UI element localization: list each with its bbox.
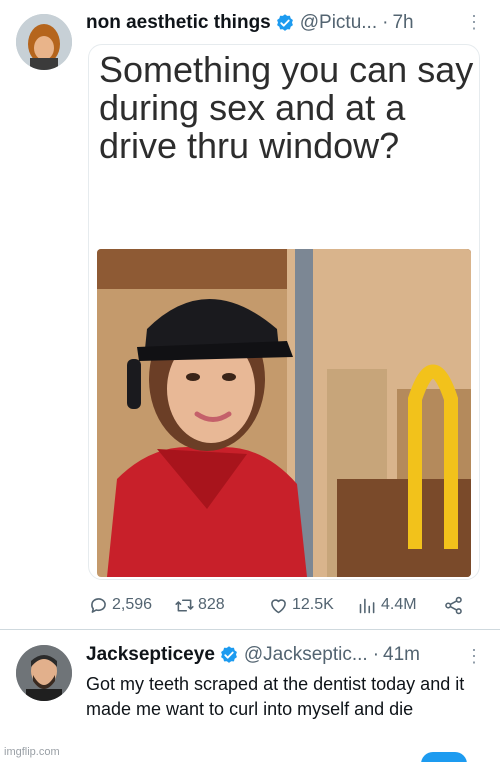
timestamp[interactable]: 7h — [392, 12, 413, 34]
timestamp[interactable]: 41m — [383, 644, 420, 666]
verified-badge-icon — [275, 13, 295, 33]
display-name[interactable]: Jacksepticeye — [86, 644, 215, 666]
like-icon — [271, 598, 286, 613]
watermark: imgflip.com — [4, 746, 60, 758]
share-icon — [445, 596, 462, 614]
avatar[interactable] — [16, 14, 72, 70]
tweet[interactable]: Jacksepticeye @Jackseptic... · 41m ⋮ Got… — [0, 630, 500, 762]
views-count: 4.4M — [381, 596, 417, 613]
like-count: 12.5K — [292, 596, 334, 613]
views-icon — [359, 598, 375, 613]
separator-dot: · — [382, 12, 389, 33]
verified-badge-icon — [219, 645, 239, 665]
handle[interactable]: @Jackseptic... — [244, 644, 368, 666]
reply-icon — [91, 597, 106, 613]
handle[interactable]: @Pictu... — [300, 12, 377, 34]
meme-caption: Something you can say during sex and at … — [99, 49, 474, 166]
tweet-text: Got my teeth scraped at the dentist toda… — [86, 674, 465, 719]
display-name[interactable]: non aesthetic things — [86, 12, 271, 34]
avatar[interactable] — [16, 645, 72, 701]
reply-count: 2,596 — [112, 596, 153, 613]
tweet-header: Jacksepticeye @Jackseptic... · 41m — [86, 644, 420, 666]
retweet-count: 828 — [198, 596, 225, 613]
more-options-icon[interactable]: ⋮ — [465, 646, 483, 667]
reply-button[interactable]: 2,596 — [88, 595, 152, 616]
share-button[interactable] — [443, 595, 467, 616]
tweet-header: non aesthetic things @Pictu... · 7h — [86, 12, 414, 34]
separator-dot: · — [372, 644, 380, 665]
tweet[interactable]: non aesthetic things @Pictu... · 7h ⋮ So… — [0, 0, 500, 630]
tweet-media[interactable]: Something you can say during sex and at … — [88, 44, 480, 580]
retweet-icon — [175, 598, 194, 612]
tweet-actions: 2,596 828 12.5K 4.4M — [88, 592, 480, 618]
like-button[interactable]: 12.5K — [268, 595, 334, 616]
views-button[interactable]: 4.4M — [357, 595, 417, 616]
retweet-button[interactable]: 828 — [174, 595, 225, 616]
meme-photo — [97, 249, 471, 577]
more-options-icon[interactable]: ⋮ — [465, 12, 483, 33]
floating-compose-button[interactable] — [421, 752, 467, 762]
